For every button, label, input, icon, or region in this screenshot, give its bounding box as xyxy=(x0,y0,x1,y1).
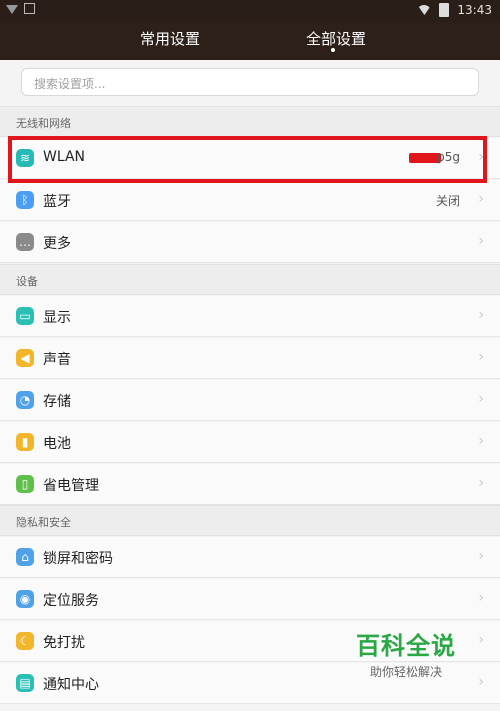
chevron-right-icon: › xyxy=(478,349,484,365)
chevron-right-icon: › xyxy=(478,233,484,249)
row-label: 蓝牙 xyxy=(43,194,71,210)
settings-row-display[interactable]: ▭ 显示 › xyxy=(0,296,500,337)
row-label: 显示 xyxy=(43,310,71,326)
lock-icon: ⌂ xyxy=(16,548,34,566)
settings-row-power-saving[interactable]: ▯ 省电管理 › xyxy=(0,464,500,505)
chevron-right-icon: › xyxy=(478,548,484,564)
battery-icon: ▮ xyxy=(16,433,34,451)
bluetooth-icon: ᛒ xyxy=(16,191,34,209)
settings-row-bluetooth[interactable]: ᛒ 蓝牙 关闭 › xyxy=(0,180,500,221)
settings-row-sound[interactable]: ◀ 声音 › xyxy=(0,338,500,379)
chevron-right-icon: › xyxy=(478,191,484,207)
active-tab-indicator xyxy=(331,48,335,52)
sound-icon: ◀ xyxy=(16,349,34,367)
settings-row-location[interactable]: ◉ 定位服务 › xyxy=(0,579,500,620)
row-label: 省电管理 xyxy=(43,478,99,494)
wifi-status-icon xyxy=(417,5,432,15)
power-saving-icon: ▯ xyxy=(16,475,34,493)
row-label: 免打扰 xyxy=(43,635,85,651)
battery-status-icon xyxy=(439,3,450,17)
watermark-subtitle: 助你轻松解决 xyxy=(369,665,442,679)
image-notification-icon xyxy=(24,3,35,14)
settings-row-more[interactable]: … 更多 › xyxy=(0,222,500,263)
status-bar: 13:43 xyxy=(0,0,500,22)
tab-common-settings[interactable]: 常用设置 xyxy=(140,28,200,49)
row-label: 电池 xyxy=(43,436,71,452)
notification-icon: ▤ xyxy=(16,674,34,692)
chevron-right-icon: › xyxy=(478,433,484,449)
row-label: 锁屏和密码 xyxy=(43,551,113,567)
row-label: 更多 xyxy=(43,236,71,252)
storage-icon: ◔ xyxy=(16,391,34,409)
baike-watermark: 百科全说 助你轻松解决 xyxy=(350,626,462,686)
watermark-title: 百科全说 xyxy=(356,632,456,660)
row-label: 通知中心 xyxy=(43,677,99,693)
wlan-highlight-box xyxy=(8,136,487,183)
display-icon: ▭ xyxy=(16,307,34,325)
signal-icon xyxy=(6,5,18,14)
settings-row-storage[interactable]: ◔ 存储 › xyxy=(0,380,500,421)
tab-bar: 常用设置 全部设置 xyxy=(0,22,500,60)
bluetooth-status-value: 关闭 xyxy=(435,194,460,208)
settings-row-battery[interactable]: ▮ 电池 › xyxy=(0,422,500,463)
search-input[interactable]: 搜索设置项... xyxy=(21,68,479,96)
moon-icon: ☾ xyxy=(16,632,34,650)
settings-row-lock-screen[interactable]: ⌂ 锁屏和密码 › xyxy=(0,537,500,578)
chevron-right-icon: › xyxy=(478,475,484,491)
chevron-right-icon: › xyxy=(478,307,484,323)
section-device: 设备 xyxy=(0,264,500,295)
section-privacy: 隐私和安全 xyxy=(0,505,500,536)
search-bar: 搜索设置项... xyxy=(0,60,500,106)
location-icon: ◉ xyxy=(16,590,34,608)
section-wireless: 无线和网络 xyxy=(0,106,500,137)
tab-all-settings[interactable]: 全部设置 xyxy=(306,28,366,49)
row-label: 存储 xyxy=(43,394,71,410)
chevron-right-icon: › xyxy=(478,590,484,606)
more-icon: … xyxy=(16,233,34,251)
chevron-right-icon: › xyxy=(478,391,484,407)
row-label: 定位服务 xyxy=(43,593,99,609)
chevron-right-icon: › xyxy=(478,674,484,690)
status-time: 13:43 xyxy=(457,3,492,17)
row-label: 声音 xyxy=(43,352,71,368)
chevron-right-icon: › xyxy=(478,632,484,648)
